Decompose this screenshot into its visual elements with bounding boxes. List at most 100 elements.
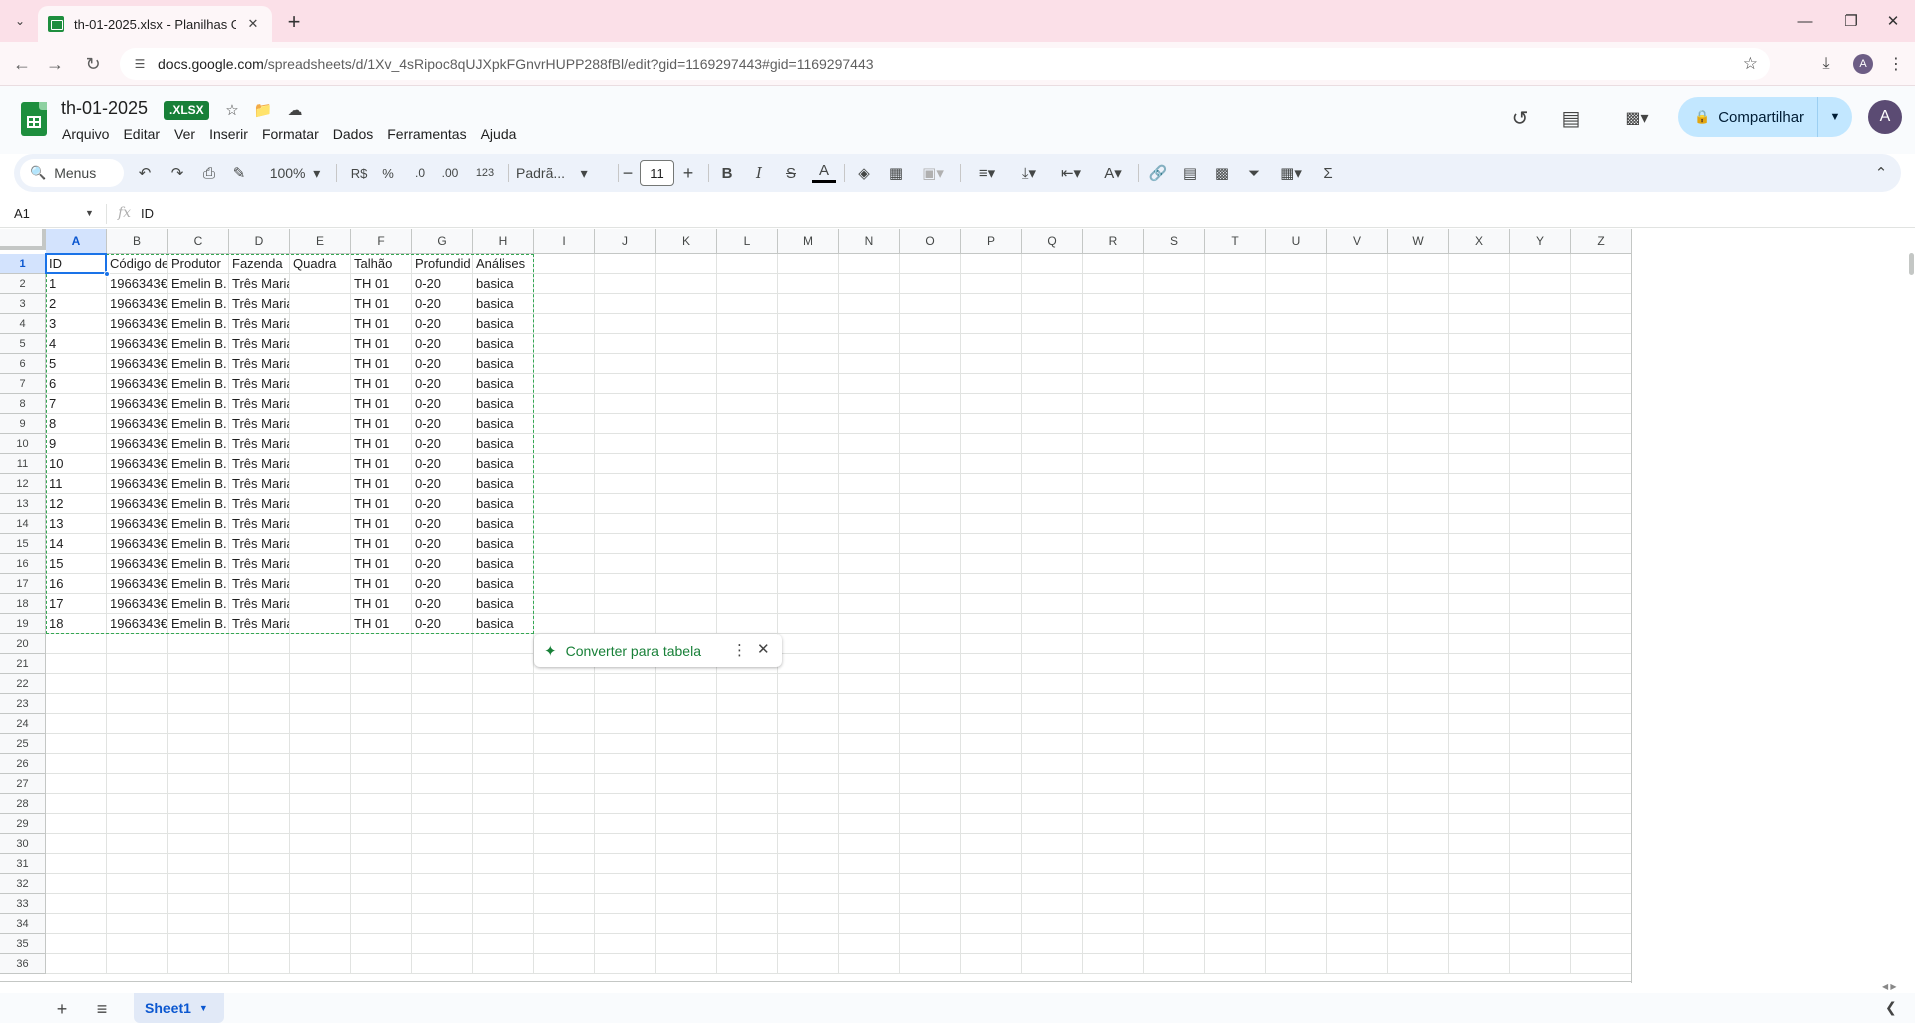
cell[interactable] (1083, 814, 1144, 834)
cell[interactable] (1205, 474, 1266, 494)
cell[interactable] (1388, 954, 1449, 974)
tab-close-icon[interactable]: ✕ (244, 15, 262, 33)
cell[interactable] (1388, 534, 1449, 554)
cell[interactable] (1449, 854, 1510, 874)
cell[interactable] (656, 434, 717, 454)
cell[interactable] (473, 714, 534, 734)
cell[interactable] (961, 894, 1022, 914)
cell[interactable] (961, 314, 1022, 334)
cell[interactable] (1083, 614, 1144, 634)
explore-collapse-icon[interactable]: ❮ (1885, 999, 1897, 1016)
cell[interactable] (656, 314, 717, 334)
cell[interactable] (595, 354, 656, 374)
cell[interactable] (1449, 414, 1510, 434)
cell[interactable] (961, 934, 1022, 954)
cell[interactable] (839, 954, 900, 974)
cell[interactable] (1022, 814, 1083, 834)
row-header[interactable]: 35 (0, 934, 46, 954)
cloud-status-icon[interactable]: ☁ (284, 99, 306, 121)
cell[interactable] (900, 774, 961, 794)
bold-icon[interactable]: B (716, 161, 738, 185)
insert-chart-icon[interactable]: ▩ (1210, 161, 1234, 185)
cell[interactable] (1083, 654, 1144, 674)
cell[interactable] (778, 774, 839, 794)
cell[interactable] (656, 894, 717, 914)
cell[interactable] (1388, 894, 1449, 914)
cell[interactable] (778, 934, 839, 954)
undo-icon[interactable]: ↶ (134, 161, 156, 185)
cell[interactable] (1571, 534, 1632, 554)
menu-ajuda[interactable]: Ajuda (474, 123, 524, 145)
cell[interactable] (961, 554, 1022, 574)
cell[interactable] (1327, 934, 1388, 954)
cell[interactable] (1327, 454, 1388, 474)
cell[interactable] (717, 314, 778, 334)
cell[interactable] (290, 654, 351, 674)
cell[interactable] (961, 254, 1022, 274)
fill-color-icon[interactable]: ◈ (852, 161, 876, 185)
cell[interactable] (900, 894, 961, 914)
cell[interactable] (1388, 634, 1449, 654)
cell[interactable] (839, 794, 900, 814)
cell[interactable] (1449, 614, 1510, 634)
cell[interactable] (1571, 774, 1632, 794)
cell[interactable] (1327, 514, 1388, 534)
cell[interactable] (107, 754, 168, 774)
cell[interactable] (1449, 254, 1510, 274)
column-header-n[interactable]: N (839, 229, 900, 254)
row-header[interactable]: 4 (0, 314, 46, 334)
site-info-icon[interactable]: ☰ (132, 56, 148, 72)
cell[interactable] (717, 454, 778, 474)
cell[interactable] (1022, 254, 1083, 274)
cell[interactable] (1083, 834, 1144, 854)
cell[interactable] (534, 714, 595, 734)
cell[interactable] (168, 874, 229, 894)
vertical-scrollbar[interactable] (1908, 229, 1915, 983)
cell[interactable] (1205, 514, 1266, 534)
cell[interactable] (595, 534, 656, 554)
cell[interactable] (961, 414, 1022, 434)
cell[interactable] (1510, 854, 1571, 874)
cell[interactable] (412, 774, 473, 794)
cell[interactable] (534, 454, 595, 474)
cell[interactable] (778, 414, 839, 434)
cell[interactable] (412, 954, 473, 974)
cell[interactable] (1144, 554, 1205, 574)
cell[interactable] (1449, 954, 1510, 974)
cell[interactable] (1144, 654, 1205, 674)
column-header-b[interactable]: B (107, 229, 168, 254)
cell[interactable] (961, 794, 1022, 814)
cell[interactable] (839, 374, 900, 394)
text-rotation-icon[interactable]: A▾ (1096, 161, 1130, 185)
cell[interactable] (595, 854, 656, 874)
cell[interactable] (168, 894, 229, 914)
cell[interactable] (961, 394, 1022, 414)
cell[interactable] (168, 714, 229, 734)
cell[interactable] (229, 634, 290, 654)
cell[interactable] (473, 934, 534, 954)
cell[interactable] (473, 734, 534, 754)
row-header[interactable]: 24 (0, 714, 46, 734)
cell[interactable] (839, 294, 900, 314)
cell[interactable] (1205, 534, 1266, 554)
back-icon[interactable]: ← (10, 52, 34, 76)
cell[interactable] (1327, 954, 1388, 974)
cell[interactable] (656, 834, 717, 854)
text-wrapping-icon[interactable]: ⇤▾ (1054, 161, 1088, 185)
cell[interactable] (534, 874, 595, 894)
browser-tab-active[interactable]: th-01-2025.xlsx - Planilhas Goo ✕ (38, 6, 272, 42)
column-header-c[interactable]: C (168, 229, 229, 254)
sheet-tab-dropdown-icon[interactable]: ▼ (199, 1003, 208, 1013)
row-header[interactable]: 7 (0, 374, 46, 394)
cell[interactable] (412, 914, 473, 934)
cell[interactable] (1266, 914, 1327, 934)
reload-icon[interactable]: ↻ (81, 52, 105, 76)
row-header[interactable]: 18 (0, 594, 46, 614)
cell[interactable] (168, 634, 229, 654)
cell[interactable] (1022, 934, 1083, 954)
cell[interactable] (1083, 394, 1144, 414)
cell[interactable] (1449, 694, 1510, 714)
row-header[interactable]: 12 (0, 474, 46, 494)
cell[interactable] (1205, 794, 1266, 814)
cell[interactable] (1510, 514, 1571, 534)
